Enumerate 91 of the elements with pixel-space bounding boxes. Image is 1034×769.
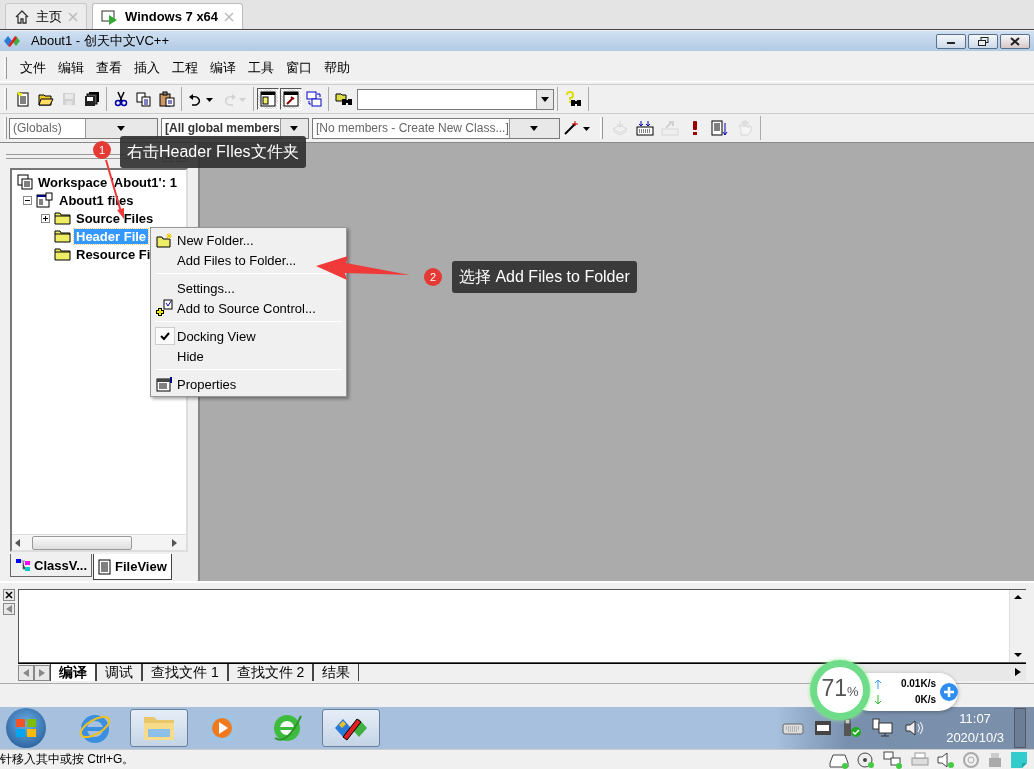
- workspace-icon: [17, 174, 33, 190]
- menu-item[interactable]: Properties: [153, 374, 237, 394]
- step-tooltip: 选择 Add Files to Folder: [452, 261, 637, 293]
- speaker-icon[interactable]: [936, 750, 956, 769]
- panel-tab[interactable]: FileView: [93, 554, 172, 580]
- project-icon: [36, 192, 54, 208]
- menu-item[interactable]: Docking View: [153, 326, 256, 346]
- scroll-right-icon[interactable]: [170, 537, 178, 548]
- upload-speed: 0.01K/s: [900, 677, 936, 691]
- windows-icon[interactable]: [303, 88, 325, 110]
- usb-icon[interactable]: [842, 718, 863, 738]
- output-tab[interactable]: 编译: [50, 664, 96, 681]
- vm-icon[interactable]: [814, 720, 833, 736]
- menu-item[interactable]: Hide: [153, 346, 204, 366]
- dropdown-arrow-icon[interactable]: [530, 125, 539, 131]
- find-field[interactable]: [357, 88, 554, 110]
- expand-icon[interactable]: [41, 213, 50, 223]
- output-icon[interactable]: [280, 88, 302, 110]
- keyboard-icon[interactable]: [782, 721, 805, 735]
- browser-tab[interactable]: 主页: [5, 3, 87, 29]
- menu-item[interactable]: 工程: [171, 59, 199, 77]
- step-badge: 1: [93, 141, 111, 159]
- tree-item[interactable]: Source Files: [74, 210, 156, 226]
- menu-item[interactable]: 查看: [95, 59, 123, 77]
- folder-icon: [54, 247, 71, 261]
- horizontal-scrollbar[interactable]: [12, 534, 186, 550]
- menu-item[interactable]: 插入: [133, 59, 161, 77]
- paste-icon[interactable]: [156, 88, 178, 110]
- menu-item[interactable]: Add to Source Control...: [153, 298, 316, 318]
- members-combo[interactable]: [No members - Create New Class...]: [312, 117, 560, 139]
- scroll-right-button[interactable]: [34, 665, 50, 681]
- menu-item[interactable]: 帮助: [323, 59, 351, 77]
- menu-item[interactable]: 编译: [209, 59, 237, 77]
- network-icon[interactable]: [882, 750, 904, 769]
- menu-item[interactable]: 编辑: [57, 59, 85, 77]
- status-text: 针移入其中或按 Ctrl+G。: [0, 751, 135, 768]
- properties-icon: [156, 376, 174, 392]
- workspace-icon[interactable]: [257, 88, 279, 110]
- volume-icon[interactable]: [904, 719, 925, 737]
- scroll-left-button[interactable]: [18, 665, 34, 681]
- tree-item[interactable]: Workspace 'About1': 1: [36, 174, 179, 190]
- dropdown-arrow-icon[interactable]: [290, 125, 299, 131]
- tree-item[interactable]: Resource Fi: [74, 246, 153, 262]
- restore-button[interactable]: [968, 33, 998, 49]
- collapse-icon[interactable]: [23, 195, 32, 205]
- triangle-icon: [23, 669, 29, 677]
- menu-item[interactable]: 工具: [247, 59, 275, 77]
- vertical-scrollbar[interactable]: [1009, 590, 1026, 662]
- download-arrow-icon: [874, 695, 882, 705]
- output-tab[interactable]: 查找文件 2: [227, 664, 314, 681]
- taskbar-app-icon[interactable]: [322, 709, 380, 747]
- new-folder-icon: [156, 232, 174, 248]
- menu-item[interactable]: Settings...: [153, 278, 235, 298]
- upload-arrow-icon: [874, 679, 882, 689]
- windows-logo-icon: [15, 718, 37, 738]
- document-icon: [98, 558, 112, 575]
- menu-item[interactable]: 文件: [19, 59, 47, 77]
- start-button[interactable]: [6, 708, 46, 748]
- output-tab[interactable]: 调试: [96, 664, 142, 681]
- class-combo[interactable]: (Globals): [9, 117, 158, 139]
- app-icon: [3, 35, 21, 47]
- output-tab[interactable]: 查找文件 1: [142, 664, 228, 681]
- triangle-icon: [6, 605, 12, 613]
- triangle-icon: [39, 669, 45, 677]
- dropdown-arrow-icon[interactable]: [117, 125, 126, 131]
- menu-item[interactable]: New Folder...: [153, 230, 254, 250]
- step-tooltip: 右击Header FIles文件夹: [120, 136, 306, 168]
- network-icon[interactable]: [872, 718, 895, 738]
- output-tab[interactable]: 结果: [313, 664, 360, 681]
- minimize-button[interactable]: [936, 33, 966, 49]
- close-button[interactable]: [1000, 33, 1030, 49]
- class-tree-icon: [15, 558, 31, 572]
- menu-item[interactable]: 窗口: [285, 59, 313, 77]
- menu-item[interactable]: Add Files to Folder...: [153, 250, 297, 270]
- scroll-thumb[interactable]: [32, 535, 132, 550]
- add-icon[interactable]: [940, 683, 958, 701]
- dropdown-arrow-icon[interactable]: [541, 96, 549, 102]
- panel-tab[interactable]: ClassV...: [10, 554, 92, 577]
- disc-icon[interactable]: [856, 750, 876, 769]
- home-icon: [14, 8, 30, 25]
- source-control-icon: [156, 299, 174, 317]
- restore-icon: [977, 36, 989, 46]
- virtual-machine-icon: [101, 8, 119, 25]
- close-icon: [1010, 36, 1020, 46]
- folder-icon: [54, 229, 71, 243]
- browser-tab[interactable]: Windows 7 x64: [92, 3, 244, 29]
- folder-icon: [54, 211, 71, 225]
- download-speed: 0K/s: [914, 693, 936, 707]
- filter-combo[interactable]: [All global members: [161, 117, 309, 139]
- checkmark-icon: [160, 331, 170, 341]
- window-title: About1 - 创天中文VC++: [31, 32, 169, 50]
